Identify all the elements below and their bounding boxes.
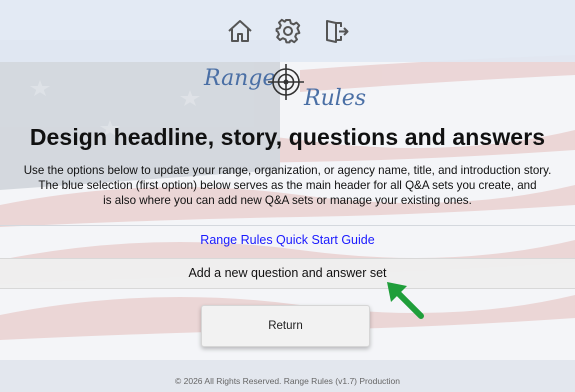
quick-start-guide-link[interactable]: Range Rules Quick Start Guide [0, 233, 575, 247]
intro-text: Use the options below to update your ran… [0, 163, 575, 208]
divider [0, 225, 575, 226]
return-button[interactable]: Return [201, 305, 370, 347]
logout-icon[interactable] [321, 16, 351, 46]
intro-line: Use the options below to update your ran… [23, 164, 552, 177]
intro-line: The blue selection (first option) below … [38, 179, 537, 192]
home-icon[interactable] [225, 16, 255, 46]
logo-word-rules: Rules [304, 86, 367, 111]
gear-icon[interactable] [273, 16, 303, 46]
range-rules-logo: Range Rules [200, 60, 370, 114]
intro-line: is also where you can add new Q&A sets o… [103, 194, 472, 207]
page-title: Design headline, story, questions and an… [29, 124, 546, 150]
green-arrow-icon [387, 282, 424, 319]
crosshair-icon [268, 64, 304, 100]
top-toolbar [0, 0, 575, 62]
footer: © 2026 All Rights Reserved. Range Rules … [0, 360, 575, 392]
logo-word-range: Range [204, 66, 276, 91]
add-qa-set-button[interactable]: Add a new question and answer set [0, 258, 575, 289]
